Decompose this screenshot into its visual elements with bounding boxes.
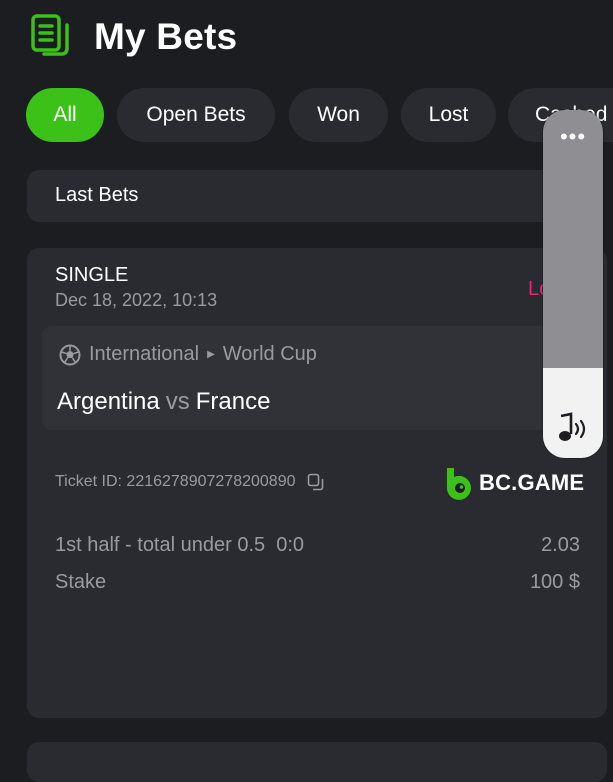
tab-won[interactable]: Won [289, 88, 388, 142]
selection-label: 1st half - total under 0.5 0:0 [55, 534, 305, 556]
event-info[interactable]: International ▶ World Cup Argentina vs Fra… [42, 326, 597, 430]
ticket-id: Ticket ID: 2216278907278200890 [55, 473, 325, 491]
bet-card[interactable]: SINGLE Dec 18, 2022, 10:13 Lost Internat… [27, 248, 607, 718]
last-bets-label: Last Bets [55, 184, 139, 206]
bet-filter-tabs: All Open Bets Won Lost Cashed [26, 88, 613, 142]
match-title: Argentina vs France [57, 388, 270, 416]
volume-slider[interactable]: ••• [543, 110, 603, 458]
ticket-id-text: Ticket ID: 2216278907278200890 [55, 473, 296, 490]
copy-icon[interactable] [307, 473, 325, 491]
bet-card-next[interactable] [27, 742, 607, 782]
league-breadcrumb: International ▶ World Cup [89, 343, 317, 366]
team-home: Argentina [57, 388, 160, 415]
more-options-icon[interactable]: ••• [543, 124, 603, 150]
last-bets-header[interactable]: Last Bets [27, 170, 587, 222]
chevron-right-icon: ▶ [207, 349, 215, 360]
brand-name: BC.GAME [479, 470, 585, 495]
page-header: My Bets [30, 12, 237, 62]
bet-type: SINGLE [55, 264, 129, 286]
soccer-ball-icon [59, 344, 81, 366]
stake-value: 100 $ [529, 571, 580, 593]
brand-logo: BC.GAME [445, 466, 584, 500]
tab-lost[interactable]: Lost [401, 88, 496, 142]
page-title: My Bets [94, 16, 238, 57]
league-category: International [89, 343, 200, 365]
team-away: France [195, 388, 271, 415]
tab-all[interactable]: All [26, 88, 104, 142]
music-note-icon[interactable] [554, 412, 592, 446]
stake-label: Stake [55, 571, 107, 593]
odds-value: 2.03 [541, 534, 580, 556]
bc-game-logo-icon [446, 468, 471, 500]
stake-row: Stake 100 $ [55, 571, 580, 594]
selection-row: 1st half - total under 0.5 0:0 2.03 [55, 534, 580, 557]
vs-label: vs [165, 388, 190, 415]
tab-open-bets[interactable]: Open Bets [117, 88, 275, 142]
bet-date: Dec 18, 2022, 10:13 [55, 290, 218, 310]
betslip-icon [31, 14, 69, 56]
league-name: World Cup [222, 343, 317, 365]
